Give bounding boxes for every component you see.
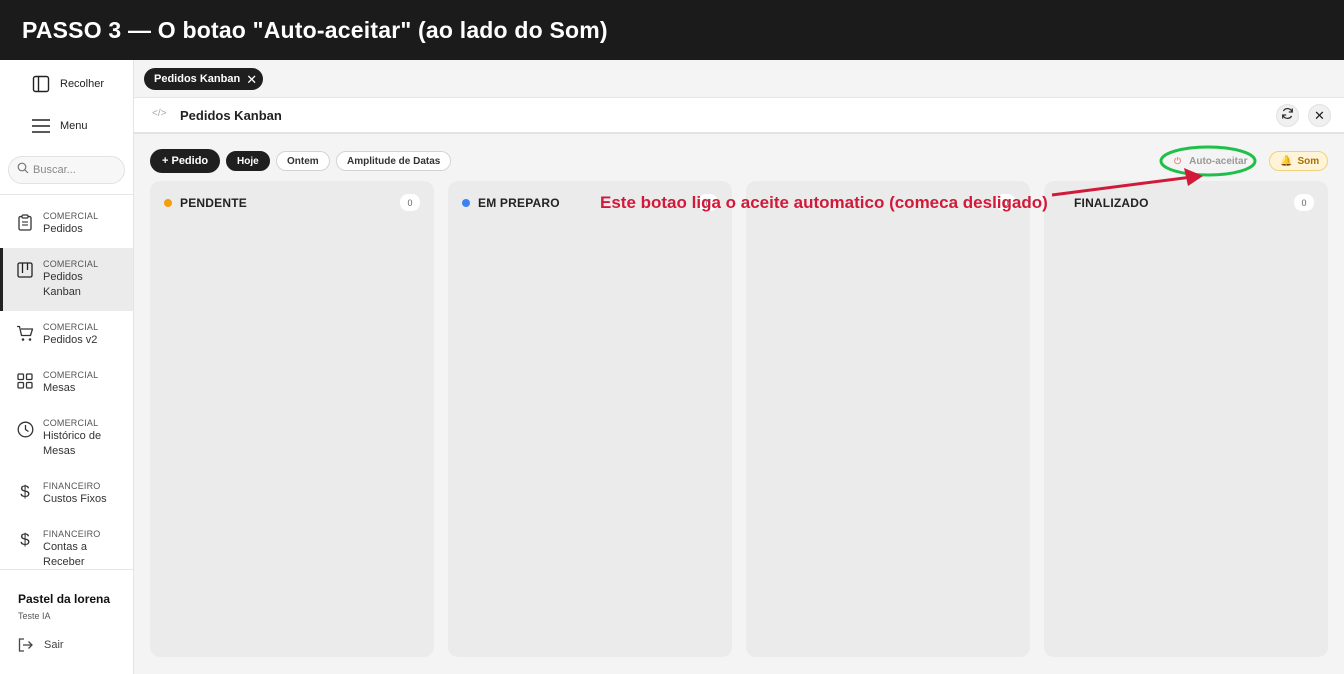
user-subtitle: Teste IA [18, 611, 51, 621]
sidebar-item-category: COMERCIAL [43, 211, 99, 221]
kanban-column-em-preparo: EM PREPARO 0 [448, 181, 732, 657]
clipboard-icon [16, 213, 34, 231]
column-count-badge: 0 [400, 194, 420, 211]
collapse-button[interactable]: Recolher [0, 64, 133, 104]
sidebar-item-mesas[interactable]: COMERCIAL Mesas [0, 359, 133, 407]
tab-pedidos-kanban[interactable]: Pedidos Kanban ✕ [144, 68, 264, 90]
close-page-button[interactable]: ✕ [1308, 104, 1331, 127]
dollar-icon: $ [20, 530, 30, 549]
column-count-badge: 0 [1294, 194, 1314, 211]
sidebar-item-label: Contas a Receber [43, 541, 88, 568]
new-order-button[interactable]: + Pedido [150, 149, 221, 173]
sidebar-divider [0, 569, 133, 570]
auto-accept-toggle[interactable]: ⏻ Auto-aceitar [1166, 151, 1252, 171]
collapse-label: Recolher [60, 78, 105, 90]
close-icon: ✕ [1314, 107, 1325, 123]
sidebar-item-label: Pedidos v2 [43, 334, 98, 346]
sidebar-item-label: Custos Fixos [43, 493, 107, 505]
search-icon [17, 161, 29, 179]
banner-title: PASSO 3 — O botao "Auto-aceitar" (ao lad… [22, 16, 608, 43]
sidebar-item-label: Pedidos [43, 223, 83, 235]
sidebar-item-custos-fixos[interactable]: $ FINANCEIRO Custos Fixos [0, 470, 133, 518]
menu-button[interactable]: Menu [0, 106, 133, 146]
refresh-icon [1281, 107, 1294, 125]
sidebar-item-category: COMERCIAL [43, 259, 99, 269]
tab-strip: Pedidos Kanban ✕ [134, 60, 1344, 98]
sidebar-item-category: COMERCIAL [43, 322, 99, 332]
sound-label: Som [1297, 155, 1320, 167]
tutorial-banner: PASSO 3 — O botao "Auto-aceitar" (ao lad… [0, 0, 1344, 60]
refresh-button[interactable] [1276, 104, 1299, 127]
logout-icon [18, 637, 34, 653]
sidebar-item-pedidos-kanban[interactable]: COMERCIAL Pedidos Kanban [0, 248, 133, 311]
column-title: EM PREPARO [478, 196, 560, 210]
sidebar-item-historico-de-mesas[interactable]: COMERCIAL Histórico de Mesas [0, 407, 133, 470]
kanban-column-pendente: PENDENTE 0 [150, 181, 434, 657]
cart-icon [16, 324, 34, 342]
page-title: Pedidos Kanban [180, 108, 282, 123]
column-title: PENDENTE [180, 196, 247, 210]
logout-label: Sair [44, 639, 64, 651]
search-input[interactable] [33, 164, 113, 176]
sidebar-item-label: Mesas [43, 382, 76, 394]
sidebar-item-pedidos-v2[interactable]: COMERCIAL Pedidos v2 [0, 311, 133, 359]
hamburger-icon [31, 116, 51, 136]
sound-toggle[interactable]: 🔔 Som [1269, 151, 1328, 171]
sidebar-item-label: Histórico de Mesas [43, 430, 102, 457]
sidebar-item-label: Pedidos Kanban [43, 271, 83, 298]
sidebar-nav: COMERCIAL Pedidos COMERCIAL Pedidos Kanb… [0, 200, 133, 569]
tab-label: Pedidos Kanban [154, 73, 241, 85]
sidebar-item-category: COMERCIAL [43, 370, 99, 380]
bell-icon: 🔔 [1280, 155, 1293, 167]
kanban-column-finalizado: FINALIZADO 0 [1044, 181, 1328, 657]
grid-icon [16, 372, 34, 390]
filter-yesterday-button[interactable]: Ontem [276, 151, 330, 171]
sidebar-item-contas-a-receber[interactable]: $ FINANCEIRO Contas a Receber [0, 518, 133, 569]
kanban-column-third: 0 [746, 181, 1030, 657]
sidebar: Recolher Menu COMERCIAL Pedidos [0, 60, 134, 674]
sidebar-item-category: FINANCEIRO [43, 529, 101, 539]
sidebar-item-category: COMERCIAL [43, 418, 99, 428]
sidebar-panel-icon [31, 74, 51, 94]
power-off-icon: ⏻ [1174, 155, 1182, 166]
page-header: </> Pedidos Kanban ✕ [134, 98, 1344, 134]
status-dot [462, 199, 470, 207]
annotation-text: Este botao liga o aceite automatico (com… [600, 193, 1048, 212]
dollar-icon: $ [20, 482, 30, 501]
kanban-icon [16, 261, 34, 279]
status-dot [164, 199, 172, 207]
close-icon[interactable]: ✕ [246, 73, 257, 86]
column-title: FINALIZADO [1074, 196, 1149, 210]
sidebar-item-pedidos[interactable]: COMERCIAL Pedidos [0, 200, 133, 248]
user-name: Pastel da lorena [18, 592, 111, 606]
search-box[interactable] [8, 156, 125, 184]
filter-today-button[interactable]: Hoje [226, 151, 270, 171]
clock-icon [16, 420, 34, 438]
code-icon: </> [152, 108, 167, 119]
auto-accept-label: Auto-aceitar [1189, 155, 1248, 167]
sidebar-divider [0, 194, 133, 195]
menu-label: Menu [60, 120, 88, 132]
sidebar-item-category: FINANCEIRO [43, 481, 101, 491]
filter-date-range-button[interactable]: Amplitude de Datas [336, 151, 452, 171]
logout-button[interactable]: Sair [18, 637, 64, 653]
